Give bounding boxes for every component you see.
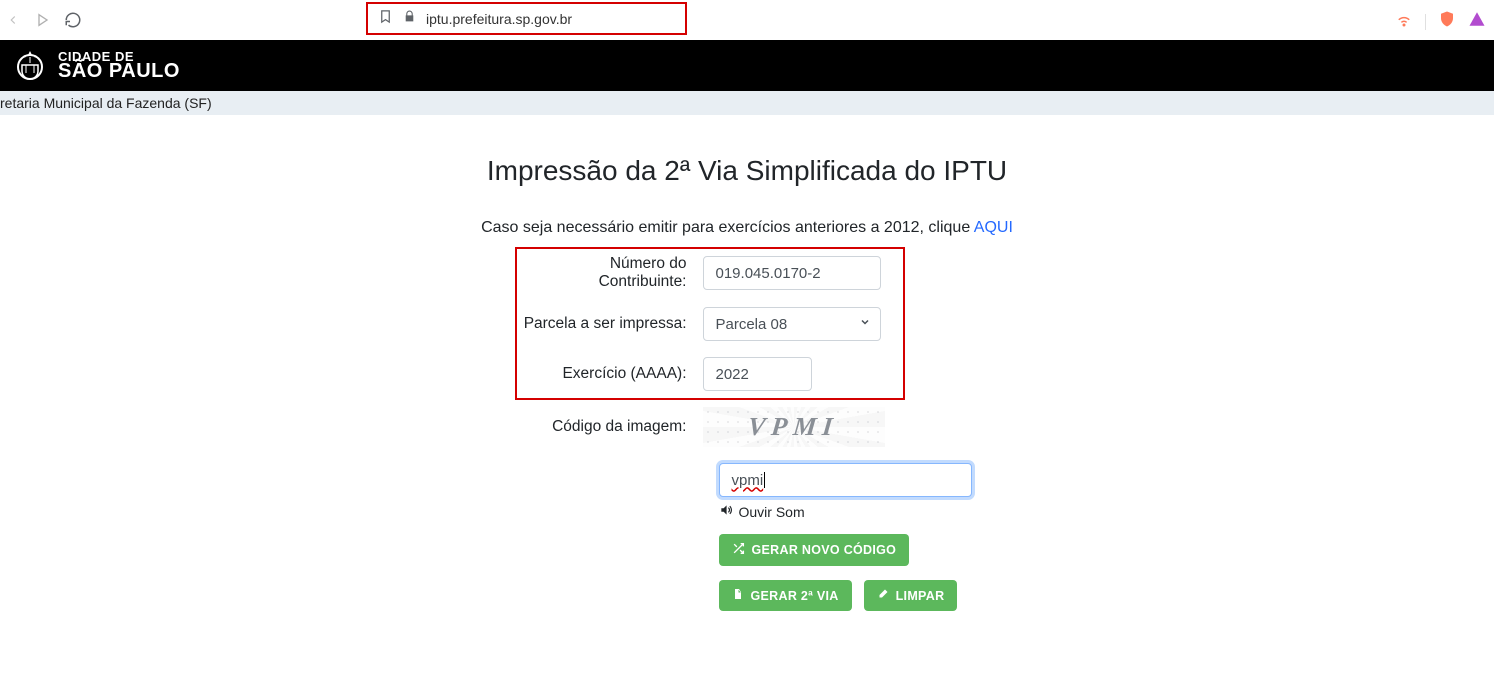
new-code-button[interactable]: GERAR NOVO CÓDIGO — [719, 534, 910, 566]
captcha-label: Código da imagem: — [523, 418, 703, 436]
triangle-icon[interactable] — [1468, 10, 1486, 33]
parcela-select[interactable]: Parcela 08 — [703, 307, 881, 341]
captcha-image-text: VPMI — [747, 412, 841, 442]
browser-toolbar: iptu.prefeitura.sp.gov.br — [0, 0, 1494, 40]
subtext-prefix: Caso seja necessário emitir para exercíc… — [481, 219, 974, 236]
captcha-input-value: vpmi — [732, 472, 764, 489]
shuffle-icon — [732, 542, 745, 558]
brand-line2: SÃO PAULO — [58, 61, 180, 81]
exercicio-label: Exercício (AAAA): — [523, 365, 703, 383]
audio-label[interactable]: Ouvir Som — [739, 504, 805, 520]
parcela-label: Parcela a ser impressa: — [523, 315, 703, 333]
limpar-button[interactable]: LIMPAR — [864, 580, 958, 611]
wifi-icon[interactable] — [1395, 10, 1413, 33]
breadcrumb-text: retaria Municipal da Fazenda (SF) — [0, 95, 212, 111]
page-title: Impressão da 2ª Via Simplificada do IPTU — [0, 155, 1494, 187]
forward-icon[interactable] — [34, 11, 52, 29]
subtext: Caso seja necessário emitir para exercíc… — [0, 219, 1494, 237]
gerar-button[interactable]: GERAR 2ª VIA — [719, 580, 852, 611]
form-container: Número do Contribuinte: Parcela a ser im… — [523, 255, 972, 611]
contribuinte-input[interactable] — [703, 256, 881, 290]
back-icon[interactable] — [4, 11, 22, 29]
reload-icon[interactable] — [64, 11, 82, 29]
site-header: CIDADE DE SÃO PAULO — [0, 40, 1494, 91]
exercicio-input[interactable] — [703, 357, 812, 391]
file-icon — [732, 588, 744, 603]
lock-icon — [403, 10, 416, 28]
captcha-input[interactable]: vpmi — [719, 463, 972, 497]
shield-icon[interactable] — [1438, 10, 1456, 33]
browser-right-icons — [1395, 10, 1486, 33]
captcha-image: VPMI — [703, 407, 885, 447]
subtext-link[interactable]: AQUI — [974, 219, 1013, 236]
sound-icon[interactable] — [719, 503, 733, 520]
breadcrumb-bar[interactable]: retaria Municipal da Fazenda (SF) — [0, 91, 1494, 115]
address-bar-highlight: iptu.prefeitura.sp.gov.br — [366, 2, 687, 35]
contribuinte-label: Número do Contribuinte: — [523, 255, 703, 291]
city-crest-icon — [10, 43, 50, 88]
eraser-icon — [877, 588, 889, 603]
bookmark-icon[interactable] — [378, 9, 393, 29]
address-url[interactable]: iptu.prefeitura.sp.gov.br — [426, 11, 572, 27]
